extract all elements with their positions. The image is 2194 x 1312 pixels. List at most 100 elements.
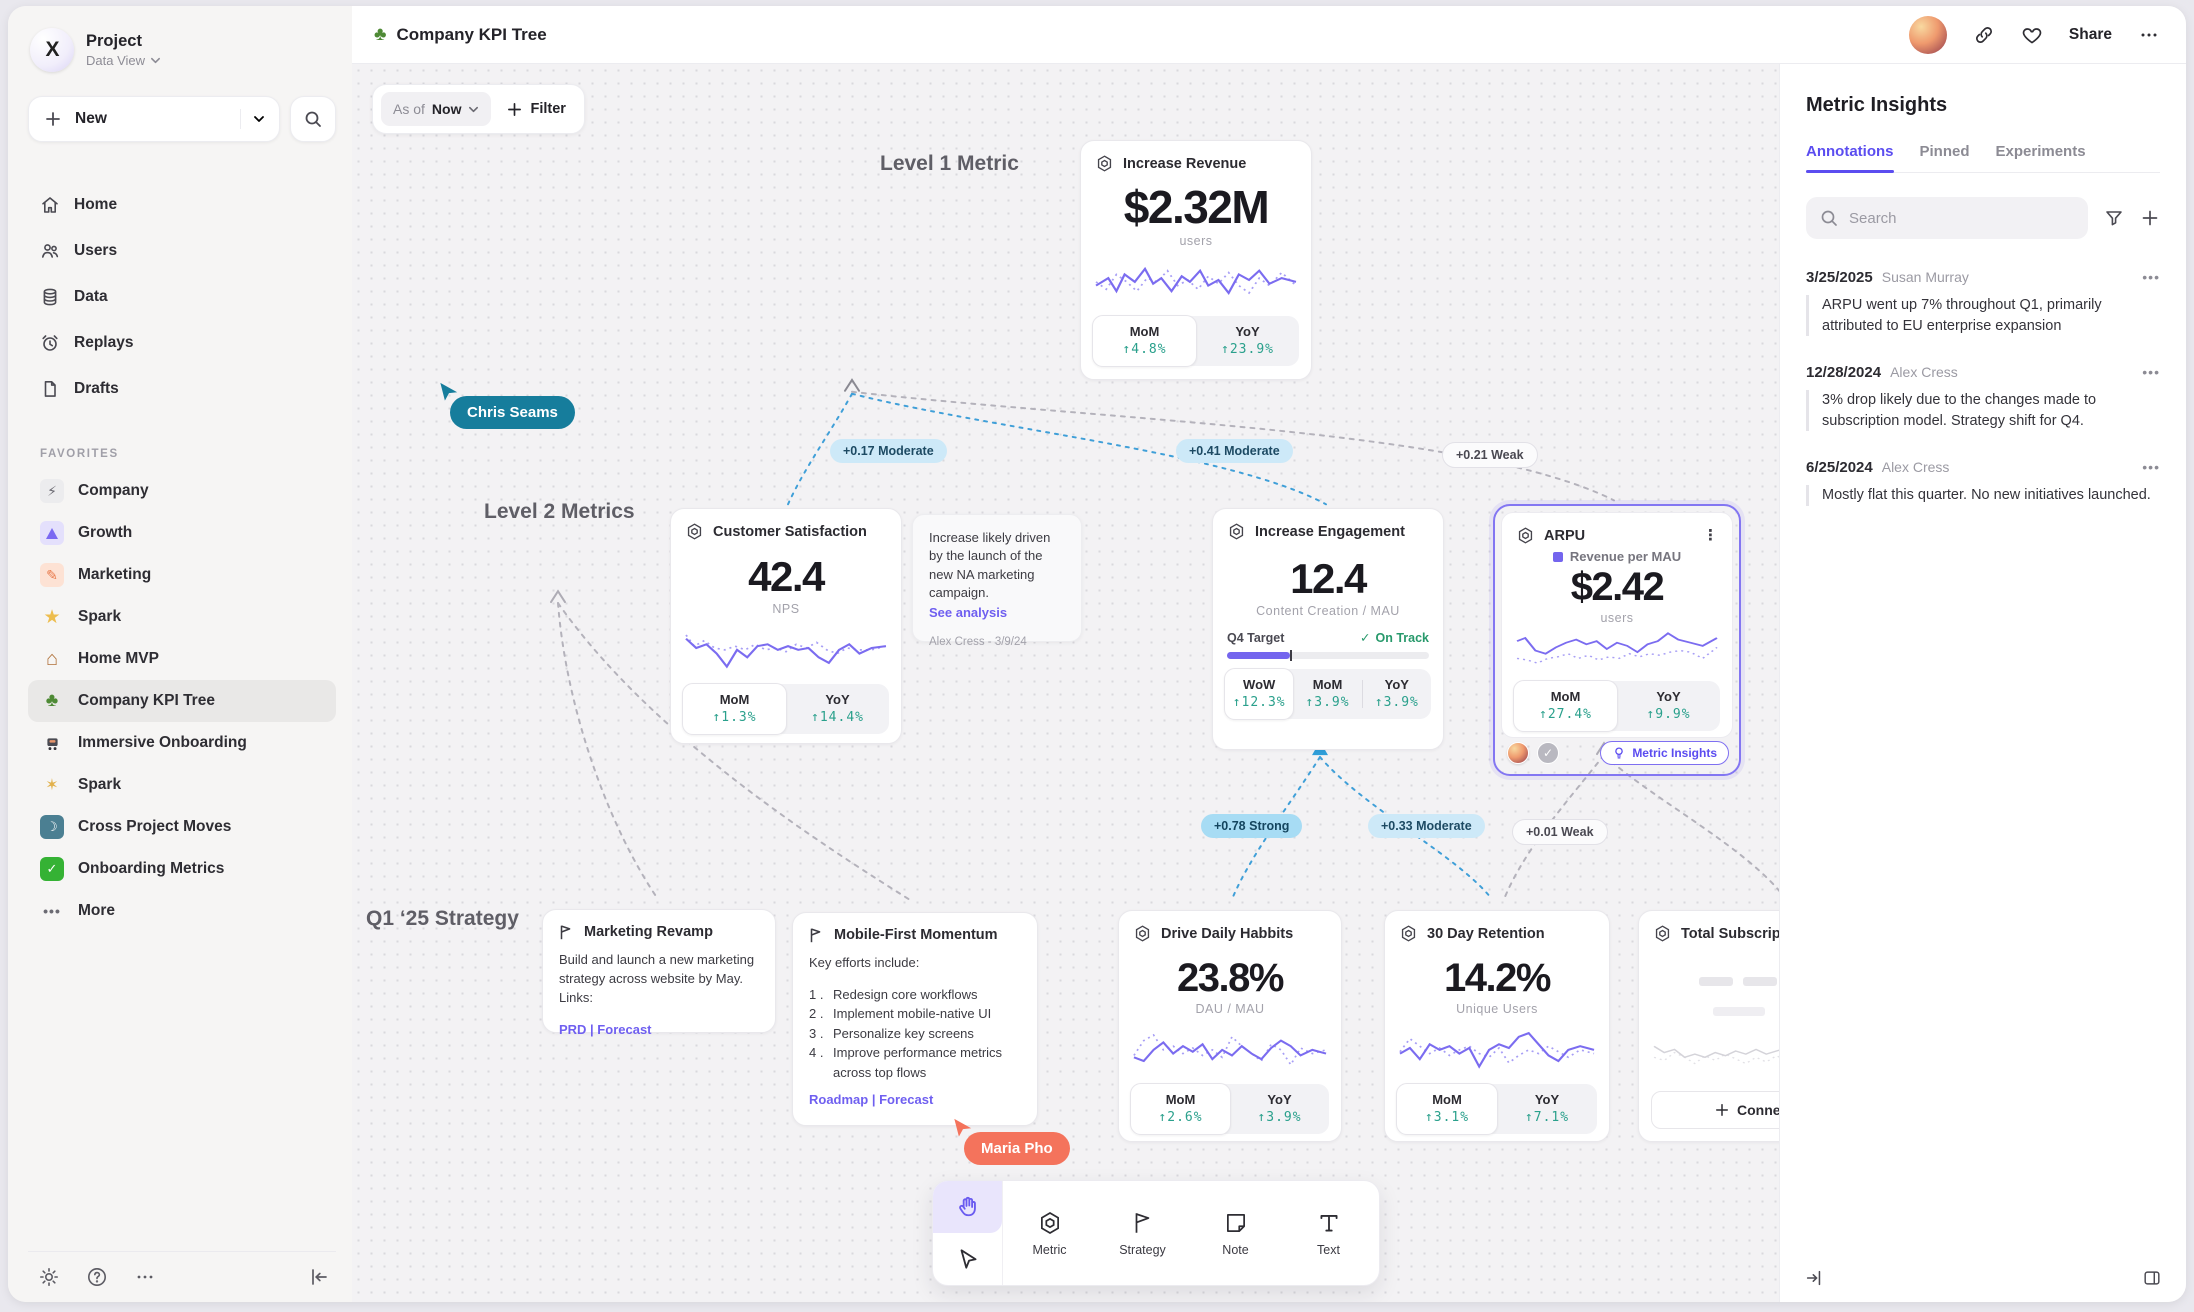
- stat-yoy[interactable]: YoY↑3.9%: [1230, 1084, 1329, 1134]
- text-tool-button[interactable]: Text: [1282, 1181, 1375, 1285]
- favorite-item-growth[interactable]: Growth: [28, 512, 336, 554]
- project-view-selector[interactable]: Data View: [86, 53, 161, 68]
- user-avatar[interactable]: [1909, 16, 1947, 54]
- collapse-sidebar-icon[interactable]: [308, 1266, 330, 1288]
- strategy-tool-button[interactable]: Strategy: [1096, 1181, 1189, 1285]
- stat-yoy[interactable]: YoY↑3.9%: [1363, 669, 1431, 719]
- see-analysis-link[interactable]: See analysis: [929, 605, 1065, 620]
- favorite-item-home-mvp[interactable]: ⌂ Home MVP: [28, 638, 336, 680]
- strategy-links[interactable]: Roadmap | Forecast: [793, 1082, 1037, 1121]
- stat-mom[interactable]: MoM↑3.9%: [1293, 669, 1361, 719]
- as-of-selector[interactable]: As of Now: [381, 92, 491, 126]
- strategy-card-marketing-revamp[interactable]: Marketing Revamp Build and launch a new …: [542, 909, 776, 1033]
- more-dots-icon[interactable]: [2138, 24, 2160, 46]
- note-tool-button[interactable]: Note: [1189, 1181, 1282, 1285]
- stat-mom[interactable]: MoM↑1.3%: [682, 683, 787, 735]
- tab-pinned[interactable]: Pinned: [1920, 143, 1970, 172]
- kebab-menu-icon[interactable]: ⋮: [1703, 531, 1718, 541]
- more-dots-icon[interactable]: [134, 1266, 156, 1288]
- annotation-item[interactable]: 12/28/2024 Alex Cress ••• 3% drop likely…: [1806, 364, 2160, 431]
- chevron-down-icon[interactable]: [253, 113, 265, 125]
- copy-link-icon[interactable]: [1973, 24, 1995, 46]
- add-annotation-icon[interactable]: [2140, 208, 2160, 228]
- draft-file-icon: [40, 379, 60, 399]
- metric-card-increase-engagement[interactable]: Increase Engagement 12.4 Content Creatio…: [1212, 508, 1444, 750]
- stat-wow[interactable]: WoW↑12.3%: [1224, 668, 1294, 720]
- sidebar-item-data[interactable]: Data: [28, 276, 336, 318]
- annotation-item[interactable]: 3/25/2025 Susan Murray ••• ARPU went up …: [1806, 269, 2160, 336]
- stat-mom[interactable]: MoM↑27.4%: [1513, 680, 1618, 732]
- sidebar-item-drafts[interactable]: Drafts: [28, 368, 336, 410]
- document-title-label: Company KPI Tree: [396, 25, 546, 45]
- collaborator-avatar[interactable]: [1507, 742, 1529, 764]
- sidebar-item-replays[interactable]: Replays: [28, 322, 336, 364]
- metric-card-30-day-retention[interactable]: 30 Day Retention 14.2% Unique Users MoM↑…: [1384, 910, 1610, 1142]
- tab-annotations[interactable]: Annotations: [1806, 143, 1894, 172]
- stat-yoy[interactable]: YoY↑7.1%: [1497, 1084, 1597, 1134]
- strategy-links[interactable]: PRD | Forecast: [543, 1008, 775, 1051]
- metric-card-title: Drive Daily Habbits: [1161, 926, 1293, 942]
- strategy-card-mobile-first-momentum[interactable]: Mobile-First Momentum Key efforts includ…: [792, 912, 1038, 1126]
- select-tool-button[interactable]: [933, 1233, 1002, 1285]
- gear-icon[interactable]: [38, 1266, 60, 1288]
- search-input[interactable]: [1849, 210, 2075, 227]
- stat-yoy[interactable]: YoY↑23.9%: [1196, 316, 1299, 366]
- help-icon[interactable]: [86, 1266, 108, 1288]
- tool-label: Strategy: [1119, 1243, 1166, 1257]
- tab-experiments[interactable]: Experiments: [1996, 143, 2086, 172]
- favorites-more[interactable]: ••• More: [28, 890, 336, 932]
- hand-tool-button[interactable]: [933, 1181, 1002, 1233]
- favorite-heart-icon[interactable]: [2021, 24, 2043, 46]
- favorite-item-company-kpi-tree[interactable]: ♣ Company KPI Tree: [28, 680, 336, 722]
- canvas-annotation-note[interactable]: Increase likely driven by the launch of …: [912, 514, 1082, 642]
- stat-yoy[interactable]: YoY↑14.4%: [786, 684, 889, 734]
- metric-card-arpu[interactable]: ARPU ⋮ Revenue per MAU $2.42 users MoM↑2…: [1501, 512, 1733, 738]
- annotation-item[interactable]: 6/25/2024 Alex Cress ••• Mostly flat thi…: [1806, 459, 2160, 506]
- stat-mom[interactable]: MoM↑2.6%: [1130, 1083, 1231, 1135]
- new-button[interactable]: New: [28, 96, 280, 142]
- favorite-item-spark-2[interactable]: ✶ Spark: [28, 764, 336, 806]
- more-dots-icon[interactable]: •••: [2142, 459, 2160, 475]
- annotations-search[interactable]: [1806, 197, 2088, 239]
- favorite-item-marketing[interactable]: ✎ Marketing: [28, 554, 336, 596]
- more-dots-icon[interactable]: •••: [2142, 269, 2160, 285]
- list-item: Implement mobile-native UI: [809, 1004, 1021, 1024]
- strategy-intro: Key efforts include:: [793, 946, 1037, 973]
- metric-tool-button[interactable]: Metric: [1003, 1181, 1096, 1285]
- sidebar-item-users[interactable]: Users: [28, 230, 336, 272]
- search-icon: [1819, 208, 1839, 228]
- stat-mom[interactable]: MoM↑4.8%: [1092, 315, 1197, 367]
- metric-card-title: Customer Satisfaction: [713, 524, 867, 540]
- connect-button[interactable]: Connect: [1651, 1091, 1779, 1129]
- collapse-panel-icon[interactable]: [1804, 1268, 1824, 1288]
- favorite-item-spark[interactable]: ★ Spark: [28, 596, 336, 638]
- metric-card-increase-revenue[interactable]: Increase Revenue $2.32M users MoM↑4.8% Y…: [1080, 140, 1312, 380]
- filter-funnel-icon[interactable]: [2104, 208, 2124, 228]
- favorite-item-company[interactable]: ⚡ Company: [28, 470, 336, 512]
- metric-card-customer-satisfaction[interactable]: Customer Satisfaction 42.4 NPS MoM↑1.3% …: [670, 508, 902, 744]
- metric-hexagon-icon: [1227, 522, 1246, 541]
- annotation-text: Mostly flat this quarter. No new initiat…: [1806, 485, 2160, 506]
- stat-mom[interactable]: MoM↑3.1%: [1396, 1083, 1498, 1135]
- metric-card-arpu-selection[interactable]: ARPU ⋮ Revenue per MAU $2.42 users MoM↑2…: [1493, 504, 1741, 776]
- kpi-tree-canvas[interactable]: As of Now Filter Level 1 Metric Level 2 …: [352, 64, 1779, 1302]
- favorite-item-onboarding-metrics[interactable]: ✓ Onboarding Metrics: [28, 848, 336, 890]
- annotation-date: 12/28/2024: [1806, 364, 1881, 381]
- favorite-item-cross-project-moves[interactable]: ☽ Cross Project Moves: [28, 806, 336, 848]
- metric-insights-button[interactable]: Metric Insights: [1600, 741, 1729, 765]
- stat-yoy[interactable]: YoY↑9.9%: [1617, 681, 1720, 731]
- more-dots-icon[interactable]: •••: [2142, 364, 2160, 380]
- project-switcher[interactable]: X Project Data View: [28, 28, 336, 72]
- share-button[interactable]: Share: [2069, 26, 2112, 44]
- layout-panel-icon[interactable]: [2142, 1268, 2162, 1288]
- favorite-item-immersive-onboarding[interactable]: Immersive Onboarding: [28, 722, 336, 764]
- nav-label: Replays: [74, 334, 133, 352]
- annotation-text: ARPU went up 7% throughout Q1, primarily…: [1806, 295, 2160, 336]
- metric-card-total-subscriptions[interactable]: Total Subscriptions Connect: [1638, 910, 1779, 1142]
- sidebar-search-button[interactable]: [290, 96, 336, 142]
- metric-insights-panel: Metric Insights Annotations Pinned Exper…: [1779, 64, 2186, 1302]
- filter-button[interactable]: Filter: [507, 101, 565, 117]
- annotation-author: Alex Cress: [1890, 364, 1958, 380]
- sidebar-item-home[interactable]: Home: [28, 184, 336, 226]
- metric-card-drive-daily-habits[interactable]: Drive Daily Habbits 23.8% DAU / MAU MoM↑…: [1118, 910, 1342, 1142]
